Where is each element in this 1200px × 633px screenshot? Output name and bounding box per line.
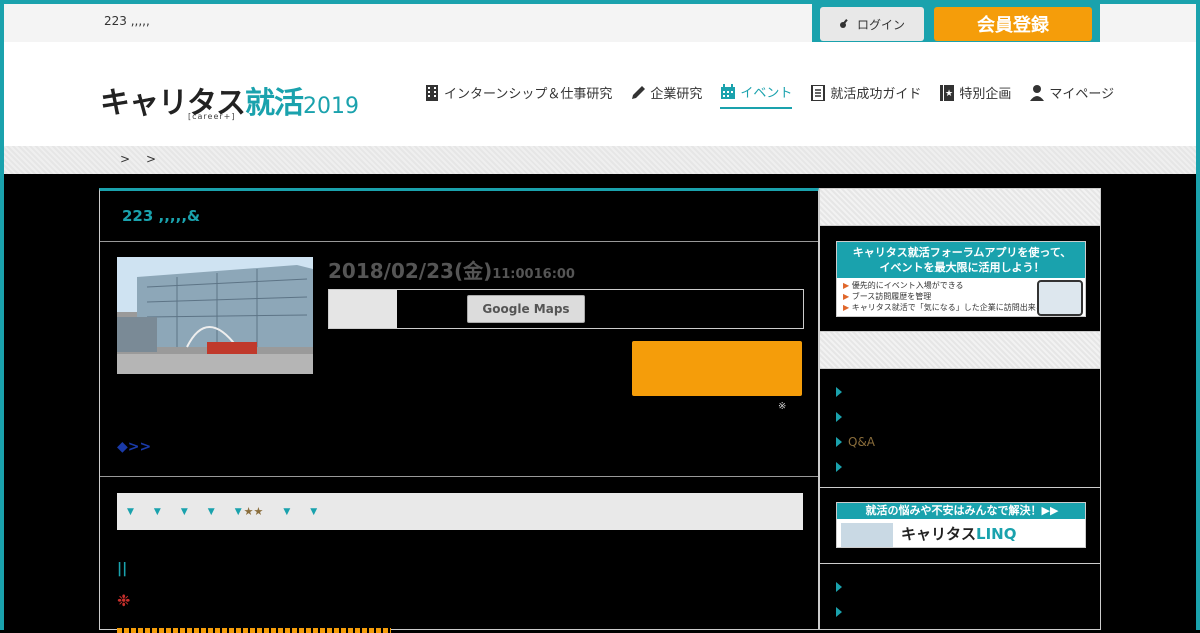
sidebar-links [836,574,848,624]
nav-event[interactable]: イベント [720,82,793,109]
sidebar-link-label: Q&A [848,434,876,449]
venue-label-cell [329,290,397,328]
tag-arrow[interactable]: ▼ [208,507,215,517]
sidebar-link[interactable]: Q&A [836,429,875,454]
event-time: 11:0016:00 [492,267,575,282]
main-nav: インターンシップ＆仕事研究 企業研究 イベント 就活成功ガイド ★ 特別企画 マ… [424,82,1132,109]
user-icon [1029,84,1045,101]
section-marker: || [117,561,128,577]
person-image [841,523,893,547]
banner-bullet: 優先的にイベント入場ができる [851,281,964,290]
triangle-right-icon [836,411,842,422]
divider [820,563,1100,564]
forum-app-banner[interactable]: キャリタス就活フォーラムアプリを使って、 イベントを最大限に活用しよう！ ▶ 優… [836,241,1086,317]
event-title: 223 ,,,,,& [122,207,201,225]
divider [100,476,818,477]
pencil-icon [630,85,646,101]
tag-arrow[interactable]: ▼ [127,507,134,517]
triangle-right-icon [836,386,842,397]
logo-year: 2019 [303,94,359,119]
sidebar-header [820,189,1100,225]
nav-label: 企業研究 [650,87,703,102]
sidebar-link[interactable] [836,379,875,404]
nav-label: イベント [740,86,793,101]
linq-banner[interactable]: 就活の悩みや不安はみんなで解決！▶▶ キャリタスLINQ [836,502,1086,548]
nav-guide[interactable]: 就活成功ガイド [810,82,921,109]
tag-bar: ▼ ▼ ▼ ▼ ▼ ★★ ▼ ▼ [117,493,803,530]
note-mark: ※ [778,401,787,412]
auth-box: ログイン 会員登録 [812,0,1100,48]
login-label: ログイン [856,17,905,32]
sidebar-link[interactable] [836,454,875,479]
banner-bullet: ブース訪問履歴を管理 [851,292,932,301]
site-header: キャリタス就活2019 [career+] インターンシップ＆仕事研究 企業研究… [0,42,1200,146]
sidebar-header [820,332,1100,368]
document-icon [810,84,826,101]
sidebar: キャリタス就活フォーラムアプリを使って、 イベントを最大限に活用しよう！ ▶ 優… [819,188,1101,630]
divider [820,487,1100,488]
linq-brand: キャリタス [901,525,977,543]
google-maps-button[interactable]: Google Maps [467,295,585,323]
more-link[interactable]: ◆>> [117,439,151,455]
venue-box: Google Maps [328,289,804,329]
nav-internship[interactable]: インターンシップ＆仕事研究 [424,82,612,109]
tag-arrow[interactable]: ▼ [154,507,161,517]
building-icon [424,84,440,101]
sidebar-links: Q&A [836,379,875,479]
banner-bullet: キャリタス就活で「気になる」した企業に訪問出来る [851,303,1044,312]
sidebar-link[interactable] [836,599,848,624]
nav-label: インターンシップ＆仕事研究 [444,87,613,102]
guitar-icon [839,17,851,32]
breadcrumb: > > [0,146,1200,174]
triangle-right-icon [836,606,842,617]
breadcrumb-separator: > [146,152,157,166]
nav-label: 特別企画 [959,87,1012,102]
triangle-right-icon [836,436,842,447]
breadcrumb-separator: > [120,152,131,166]
logo-accent: 就活 [245,86,304,121]
register-button[interactable]: 会員登録 [934,7,1092,41]
nav-label: 就活成功ガイド [830,87,922,102]
event-detail: 223 ,,,,,& 2018/02/23(金)11:0016:00 Googl… [99,188,819,633]
nav-mypage[interactable]: マイページ [1029,82,1114,109]
nav-special[interactable]: ★ 特別企画 [939,82,1011,109]
tag-arrow[interactable]: ▼ [283,507,290,517]
flower-icon: ❉ [117,591,131,610]
dashed-divider [117,628,391,633]
nav-label: マイページ [1049,87,1115,102]
svg-text:★: ★ [945,89,953,99]
tag-arrow[interactable]: ▼ [181,507,188,517]
triangle-right-icon [836,581,842,592]
banner-title-line: イベントを最大限に活用しよう！ [879,261,1045,274]
event-date: 2018/02/23(金)11:0016:00 [328,255,575,284]
linq-brand-accent: LINQ [976,525,1017,543]
tag-arrow[interactable]: ▼ [310,507,317,517]
event-date-text: 2018/02/23(金) [328,259,493,283]
logo-sub: [career+] [188,112,236,121]
tag-arrow[interactable]: ▼ [235,507,242,517]
sidebar-link[interactable] [836,574,848,599]
banner-title-line: キャリタス就活フォーラムアプリを使って、 [852,246,1072,259]
top-breadcrumb: 223 ,,,,, [104,14,150,28]
calendar-icon [720,83,736,100]
venue-photo [117,257,313,374]
divider [820,225,1100,226]
triangle-right-icon [836,461,842,472]
apply-button[interactable] [632,341,802,396]
divider [820,368,1100,369]
rating-stars: ★★ [243,505,264,518]
sidebar-link[interactable] [836,404,875,429]
nav-company[interactable]: 企業研究 [630,82,702,109]
linq-banner-title: 就活の悩みや不安はみんなで解決！▶▶ [837,503,1085,519]
site-logo[interactable]: キャリタス就活2019 [career+] [100,78,359,122]
phone-icon [1037,280,1083,316]
star-book-icon: ★ [939,84,955,101]
divider [100,241,818,242]
login-button[interactable]: ログイン [820,7,924,41]
